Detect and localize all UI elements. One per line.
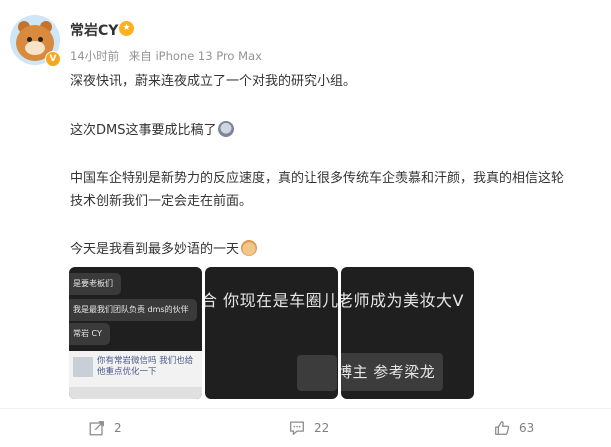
- sweat-emoji-icon: [218, 121, 235, 137]
- post-line-with-emoji: 这次DMS这事要成比稿了: [70, 119, 235, 138]
- post-line: 中国车企特别是新势力的反应速度，真的让很多传统车企羡慕和汗颜，我真的相信这轮: [70, 171, 565, 186]
- avatar-eye: [38, 37, 43, 42]
- comment-button[interactable]: 22: [288, 419, 329, 437]
- cat-emoji-icon: [241, 240, 258, 256]
- like-button[interactable]: 63: [493, 419, 534, 437]
- member-badge-icon[interactable]: ★: [119, 21, 134, 36]
- repost-count: 2: [114, 421, 122, 435]
- post-image-1[interactable]: 是要老板们 我是最我们团队负责 dms的伙伴 常岩 CY 你有常岩微信吗 我们也…: [69, 267, 202, 399]
- post-time[interactable]: 14小时前: [70, 49, 119, 63]
- card-footer: [69, 387, 202, 399]
- video-caption: 老师成为美妆大V: [341, 291, 464, 310]
- image-overlay: [297, 355, 337, 391]
- post-source: 来自 iPhone 13 Pro Max: [128, 49, 262, 63]
- post-line: 技术创新我们一定会走在前面。: [70, 194, 253, 209]
- like-icon: [495, 421, 510, 435]
- repost-icon: [89, 421, 104, 436]
- post-line: 今天是我看到最多妙语的一天: [70, 242, 240, 257]
- chat-message: 我是最我们团队负责 dms的伙伴: [69, 299, 197, 321]
- avatar-muzzle: [25, 41, 45, 55]
- video-caption: 博主 参考梁龙: [341, 363, 436, 381]
- avatar-eye: [27, 37, 32, 42]
- chat-message: 常岩 CY: [69, 323, 110, 345]
- post-line: 这次DMS这事要成比稿了: [70, 123, 217, 138]
- verified-badge-icon: V: [45, 51, 61, 67]
- author-name[interactable]: 常岩CY: [70, 20, 118, 40]
- post-image-3[interactable]: 老师成为美妆大V 博主 参考梁龙: [341, 267, 474, 399]
- card-text: 你有常岩微信吗 我们也给他重点优化一下: [97, 356, 194, 377]
- like-count: 63: [519, 421, 535, 435]
- post-line-with-emoji: 今天是我看到最多妙语的一天: [70, 238, 258, 257]
- repost-button[interactable]: 2: [88, 419, 122, 437]
- comment-count: 22: [314, 421, 330, 435]
- comment-icon: [290, 421, 304, 435]
- video-caption: 合 你现在是车圈儿才: [205, 291, 338, 310]
- divider: [0, 408, 611, 409]
- chat-message: 是要老板们: [69, 273, 121, 295]
- post-meta: 14小时前 来自 iPhone 13 Pro Max: [70, 48, 262, 64]
- chat-card: 你有常岩微信吗 我们也给他重点优化一下: [69, 351, 202, 387]
- post-line: 深夜快讯，蔚来连夜成立了一个对我的研究小组。: [70, 74, 357, 89]
- card-thumbnail: [73, 357, 93, 377]
- post-image-2[interactable]: 合 你现在是车圈儿才: [205, 267, 338, 399]
